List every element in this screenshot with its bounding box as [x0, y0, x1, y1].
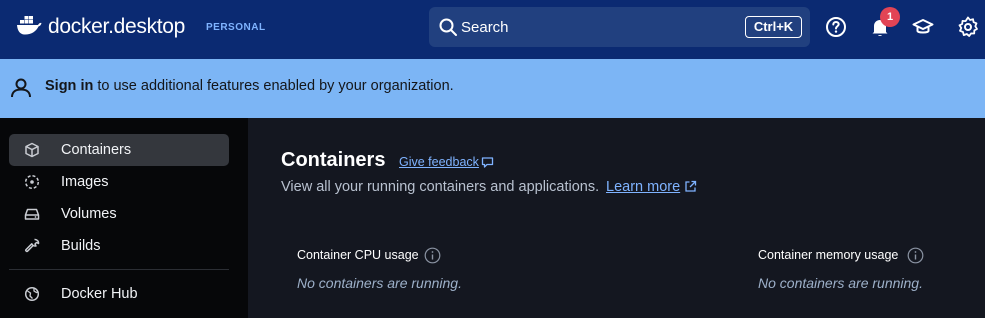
sidebar-item-containers[interactable]: Containers [9, 134, 229, 166]
learn-more-link[interactable]: Learn more [606, 179, 680, 195]
page-subtitle: View all your running containers and app… [281, 179, 600, 195]
search-shortcut: Ctrl+K [745, 16, 802, 38]
docker-hub-icon [24, 286, 40, 307]
memory-empty-state: No containers are running. [758, 275, 923, 291]
banner-message: Sign in to use additional features enabl… [45, 78, 454, 94]
top-bar: docker.desktop PERSONAL Search Ctrl+K 1 [0, 0, 985, 59]
memory-usage-title: Container memory usage [758, 248, 899, 262]
docker-logo[interactable]: docker.desktop [16, 12, 185, 42]
sidebar-item-label: Docker Hub [61, 286, 138, 302]
builds-icon [24, 238, 40, 259]
sidebar-item-label: Volumes [61, 206, 117, 222]
search-label: Search [461, 19, 509, 36]
brand-name: docker.desktop [48, 15, 186, 38]
sidebar-item-label: Builds [61, 238, 101, 254]
sidebar-item-images[interactable]: Images [9, 166, 229, 198]
memory-info-icon[interactable] [907, 247, 924, 269]
cpu-empty-state: No containers are running. [297, 275, 462, 291]
learning-center-icon[interactable] [912, 16, 934, 38]
sign-in-banner: Sign in to use additional features enabl… [0, 59, 985, 118]
volumes-icon [24, 206, 40, 227]
user-icon [9, 76, 33, 105]
cpu-info-icon[interactable] [424, 247, 441, 269]
docker-whale-icon [16, 14, 42, 41]
notification-badge: 1 [880, 7, 900, 27]
settings-icon[interactable] [957, 16, 979, 38]
sidebar: Containers Images Volumes Builds Docker … [0, 118, 248, 318]
sidebar-divider [9, 269, 229, 270]
external-link-icon[interactable] [684, 180, 697, 198]
give-feedback-link[interactable]: Give feedback [399, 155, 479, 169]
sidebar-item-volumes[interactable]: Volumes [9, 198, 229, 230]
sidebar-item-docker-hub[interactable]: Docker Hub [9, 278, 229, 310]
feedback-icon[interactable] [481, 156, 494, 174]
help-icon[interactable] [825, 16, 847, 38]
page-title: Containers [281, 149, 386, 171]
banner-text: to use additional features enabled by yo… [97, 78, 454, 94]
search-icon [438, 17, 458, 42]
edition-label: PERSONAL [206, 22, 266, 33]
sidebar-item-label: Images [61, 174, 109, 190]
sign-in-link[interactable]: Sign in [45, 78, 93, 94]
sidebar-item-label: Containers [61, 142, 132, 158]
sidebar-item-builds[interactable]: Builds [9, 230, 229, 262]
images-icon [24, 174, 40, 195]
cpu-usage-title: Container CPU usage [297, 248, 419, 262]
container-icon [24, 142, 40, 163]
search-bar[interactable]: Search Ctrl+K [429, 7, 810, 47]
main-content: Containers Give feedback View all your r… [248, 118, 985, 318]
